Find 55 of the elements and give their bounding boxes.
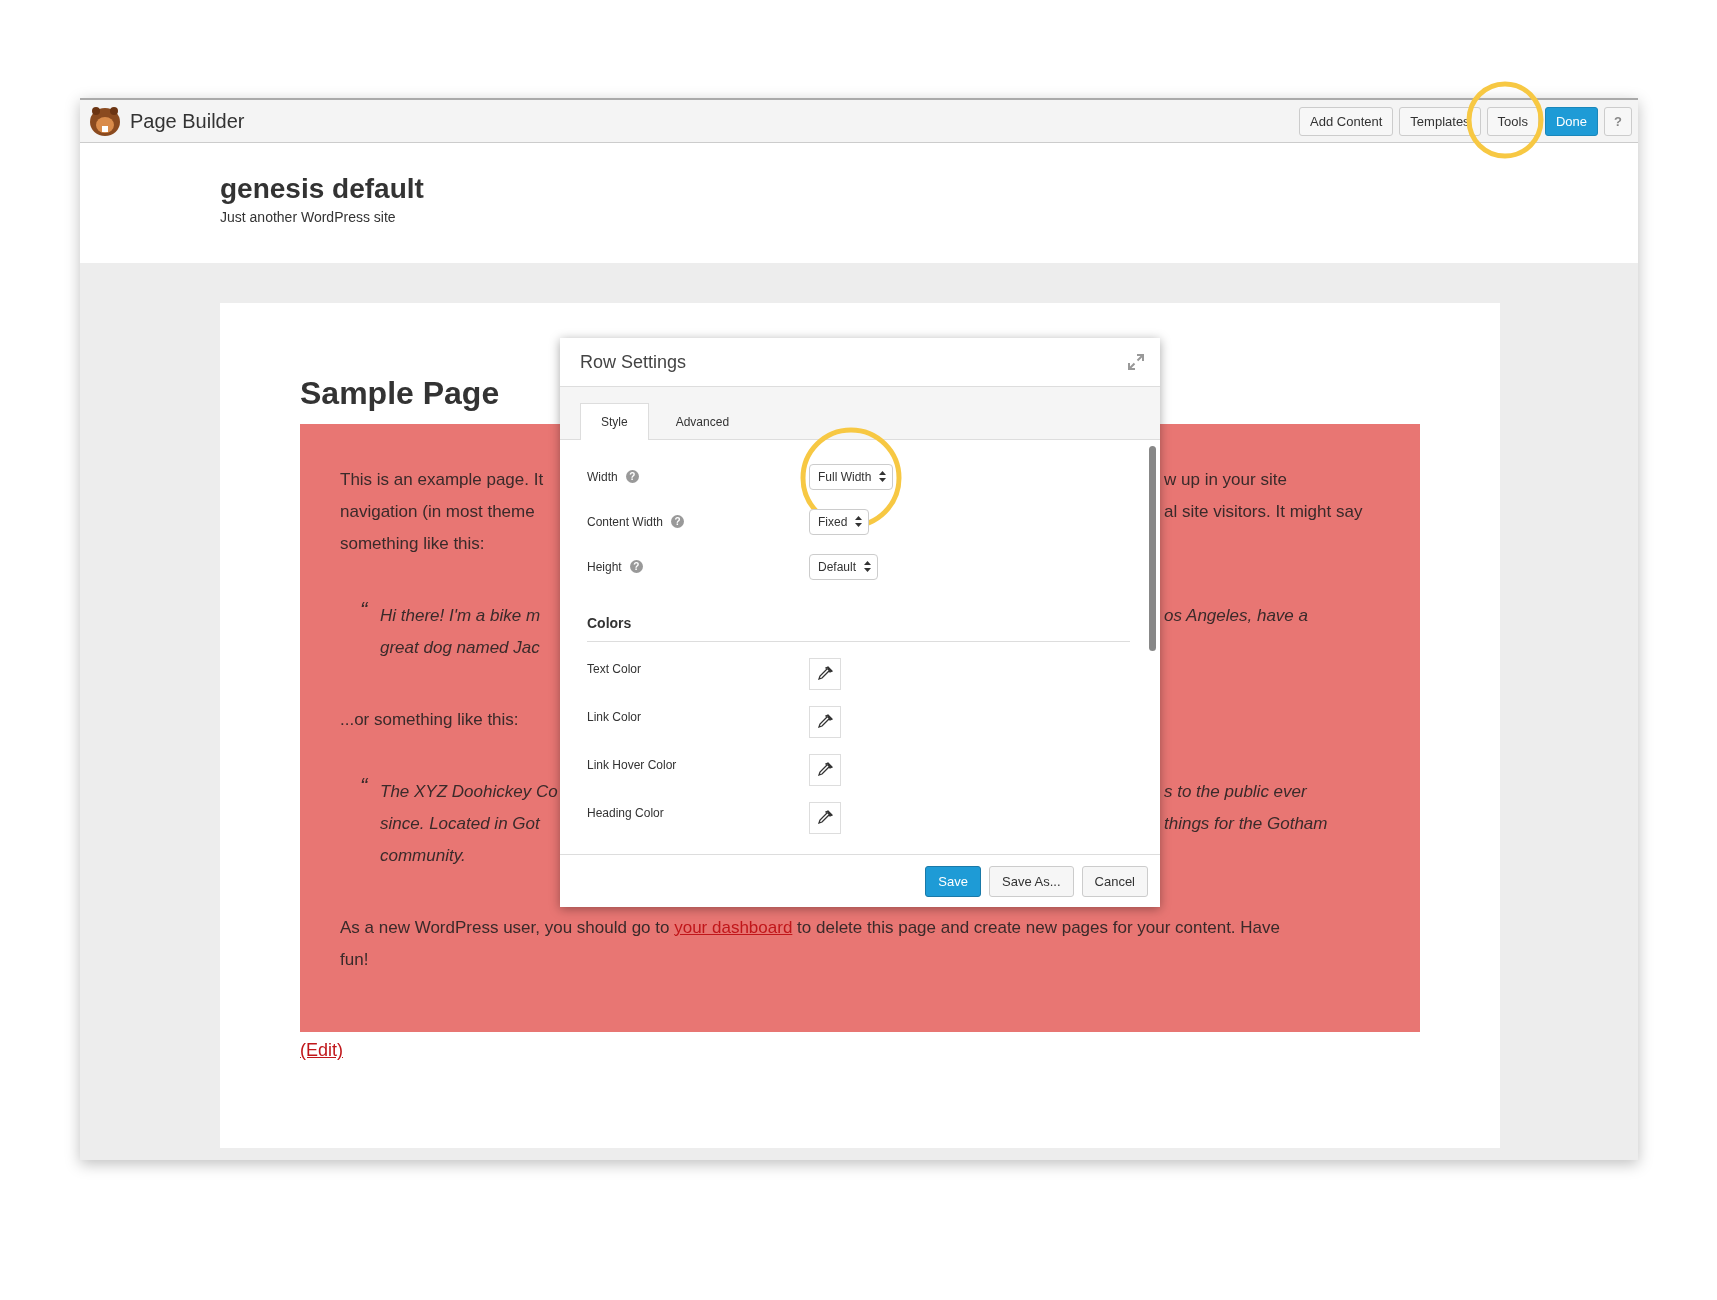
color-picker-button[interactable] (809, 802, 841, 834)
dialog-title: Row Settings (580, 351, 687, 373)
text-line: al site visitors. It might say (1164, 502, 1363, 521)
section-heading: Colors (587, 615, 633, 631)
text-line: great dog named Jac (380, 638, 540, 657)
field-label: Link Hover Color (587, 757, 678, 772)
text-line: something like this: (340, 534, 485, 553)
text-line: navigation (in most theme (340, 502, 535, 521)
text-line: community. (380, 846, 466, 865)
edit-link[interactable]: (Edit) (300, 1040, 343, 1061)
text-line: The XYZ Doohickey Co (380, 782, 558, 801)
app-title: Page Builder (130, 109, 245, 133)
field-label: Content Width (587, 514, 664, 529)
select-field[interactable]: Fixed (809, 508, 870, 535)
color-picker-button[interactable] (809, 754, 841, 786)
eyedropper-icon (816, 761, 834, 779)
field-label: Height (587, 559, 622, 574)
quote-mark: “ (360, 772, 368, 800)
page-title: Sample Page (300, 375, 500, 412)
toolbar-button[interactable]: Add Content (1299, 106, 1394, 136)
color-picker-button[interactable] (809, 658, 841, 690)
color-picker-button[interactable] (809, 706, 841, 738)
text-line: ...or something like this: (340, 710, 519, 729)
scrollbar[interactable] (1149, 446, 1156, 651)
field-label: Link Color (587, 709, 643, 724)
expand-icon[interactable] (1128, 354, 1144, 370)
select-field[interactable]: Full Width (809, 463, 894, 490)
tab[interactable]: Style (580, 403, 649, 440)
toolbar-button[interactable]: Tools (1486, 106, 1539, 136)
field-label: Heading Color (587, 805, 665, 820)
site-title: genesis default (220, 173, 425, 205)
text-line: s to the public ever (1164, 782, 1307, 801)
eyedropper-icon (816, 665, 834, 683)
quote-mark: “ (360, 596, 368, 624)
text-line: This is an example page. It (340, 470, 544, 489)
select-field[interactable]: Default (809, 553, 879, 580)
text-line: w up in your site (1164, 470, 1287, 489)
tab[interactable]: Advanced (654, 403, 751, 440)
dialog-button[interactable]: Save As... (989, 865, 1074, 897)
eyedropper-icon (816, 713, 834, 731)
sort-arrows-icon (864, 561, 872, 572)
paragraph: As a new WordPress user, you should go to your dashboard to delete this page and create new pages for your content. Have fun! (339, 917, 1281, 971)
eyedropper-icon (816, 809, 834, 827)
text-line: since. Located in Got (380, 814, 540, 833)
text-line: os Angeles, have a (1164, 606, 1308, 625)
text-line: Hi there! I'm a bike m (380, 606, 541, 625)
sort-arrows-icon (879, 471, 887, 482)
dialog-button[interactable]: Cancel (1081, 865, 1148, 897)
site-tagline: Just another WordPress site (220, 209, 397, 225)
text-line: things for the Gotham (1164, 814, 1328, 833)
sort-arrows-icon (855, 516, 863, 527)
field-label: Text Color (587, 661, 643, 676)
field-label: Width (587, 469, 618, 484)
beaver-logo-icon (88, 104, 122, 138)
toolbar-button[interactable]: Templates (1399, 106, 1481, 136)
